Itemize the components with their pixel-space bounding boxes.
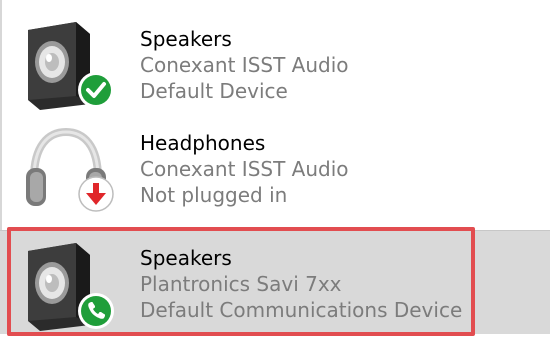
device-driver: Conexant ISST Audio — [140, 53, 349, 77]
device-item-speakers-default[interactable]: Speakers Conexant ISST Audio Default Dev… — [0, 0, 550, 110]
device-status: Not plugged in — [140, 183, 288, 207]
device-text: Speakers Conexant ISST Audio Default Dev… — [140, 26, 540, 104]
device-icon — [18, 12, 118, 112]
device-name: Headphones — [140, 131, 266, 155]
device-icon — [18, 116, 118, 216]
playback-devices-list: Speakers Conexant ISST Audio Default Dev… — [0, 0, 550, 348]
device-icon — [18, 233, 118, 333]
device-item-headphones[interactable]: Headphones Conexant ISST Audio Not plugg… — [0, 104, 550, 212]
down-arrow-badge-icon — [78, 176, 114, 212]
device-name: Speakers — [140, 27, 232, 51]
device-text: Speakers Plantronics Savi 7xx Default Co… — [140, 245, 540, 323]
device-text: Headphones Conexant ISST Audio Not plugg… — [140, 130, 540, 208]
list-bottom — [0, 334, 550, 348]
device-driver: Plantronics Savi 7xx — [140, 272, 342, 296]
device-item-speakers-communications[interactable]: Speakers Plantronics Savi 7xx Default Co… — [0, 230, 550, 334]
device-driver: Conexant ISST Audio — [140, 157, 349, 181]
phone-badge-icon — [78, 293, 114, 329]
device-status: Default Communications Device — [140, 298, 463, 322]
device-status: Default Device — [140, 79, 288, 103]
device-name: Speakers — [140, 246, 232, 270]
